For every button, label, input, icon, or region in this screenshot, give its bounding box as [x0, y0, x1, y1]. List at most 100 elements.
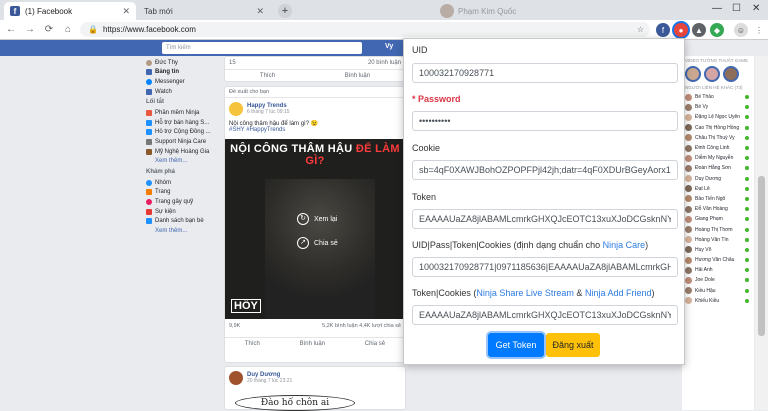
token-field[interactable]: [412, 209, 678, 229]
group-icon: [146, 129, 152, 136]
video-share-button[interactable]: ↗ Chia sẻ: [297, 237, 338, 249]
contact-name: Đoàn Hằng Sơn: [695, 165, 732, 172]
reaction-count[interactable]: 15: [229, 60, 236, 66]
back-icon[interactable]: ←: [3, 24, 19, 35]
nav-explore[interactable]: Danh sách bạn bè: [146, 216, 222, 226]
comment-count[interactable]: 20 bình luận: [368, 60, 401, 66]
post-time[interactable]: 6 tháng 7 lúc 09:15: [247, 109, 290, 115]
contact-item[interactable]: Huy Võ: [682, 245, 754, 255]
contact-item[interactable]: Cao Thị Hồng Hồng: [682, 123, 754, 133]
share-button[interactable]: Chia sẻ: [365, 341, 385, 347]
post-time[interactable]: 20 tháng 7 lúc 23:21: [247, 378, 292, 384]
nav-explore[interactable]: Nhóm: [146, 178, 222, 188]
fb-header-user[interactable]: Vy: [385, 43, 393, 50]
contact-item[interactable]: Diễm My Nguyễn: [682, 153, 754, 163]
contact-item[interactable]: Bảo Tiến Ngô: [682, 194, 754, 204]
online-status-icon: [745, 125, 749, 130]
token-cookie-field[interactable]: [412, 305, 678, 325]
tab-facebook[interactable]: f (1) Facebook ✕: [4, 2, 136, 20]
contact-item[interactable]: Đặng Lệ Ngọc Uyên: [682, 112, 754, 122]
contact-item[interactable]: Hoàng Thị Thơm: [682, 224, 754, 234]
nav-explore[interactable]: Trang gây quỹ: [146, 197, 222, 207]
ninja-care-link[interactable]: Ninja Care: [603, 240, 646, 250]
nav-explore[interactable]: Trang: [146, 188, 222, 198]
scrollbar-thumb[interactable]: [758, 176, 765, 336]
contact-item[interactable]: Hải Anh: [682, 265, 754, 275]
post-video[interactable]: NỘI CÔNG THÂM HẬU ĐỂ LÀM GÌ? ↻ Xem lại ↗ C…: [225, 139, 405, 319]
fb-search-input[interactable]: Tìm kiếm: [162, 42, 362, 54]
menu-icon[interactable]: ⋮: [752, 23, 766, 37]
profile-avatar-icon[interactable]: ☺: [734, 23, 748, 37]
home-icon[interactable]: ⌂: [60, 24, 76, 35]
reaction-count[interactable]: 9,9K: [229, 323, 240, 329]
see-more-link[interactable]: Xem thêm...: [146, 156, 222, 166]
password-field[interactable]: [412, 111, 678, 131]
uid-field[interactable]: [412, 63, 678, 83]
contact-item[interactable]: Bé Vy: [682, 102, 754, 112]
avatar: [685, 297, 692, 305]
contact-item[interactable]: Đỗ Văn Hoàng: [682, 204, 754, 214]
like-button[interactable]: Thích: [245, 341, 260, 347]
like-button[interactable]: Thích: [260, 73, 275, 79]
bookmark-icon[interactable]: ☆: [637, 25, 644, 34]
close-window-icon[interactable]: ✕: [752, 3, 760, 14]
nav-shortcut[interactable]: Phần mềm Ninja: [146, 108, 222, 118]
close-icon[interactable]: ✕: [122, 6, 130, 17]
post-stats[interactable]: 5,2K bình luận 4,4K lượt chia sẻ: [322, 323, 401, 329]
contact-item[interactable]: Châu Thị Thuỳ Vy: [682, 133, 754, 143]
contact-item[interactable]: Đoàn Hằng Sơn: [682, 163, 754, 173]
ninja-add-friend-link[interactable]: Ninja Add Friend: [585, 288, 652, 298]
nav-news-feed[interactable]: Bảng tin: [146, 68, 222, 78]
flag-icon: [146, 189, 152, 196]
address-bar[interactable]: 🔒 https://www.facebook.com ☆: [80, 22, 650, 37]
nav-watch[interactable]: Watch: [146, 87, 222, 97]
extension-icon[interactable]: f: [656, 23, 670, 37]
forward-icon[interactable]: →: [22, 24, 38, 35]
minimize-icon[interactable]: —: [712, 3, 722, 14]
contact-item[interactable]: Hoàng Văn Tín: [682, 235, 754, 245]
nav-shortcut[interactable]: Support Ninja Care: [146, 137, 222, 147]
nav-label: Mỹ Nghệ Hoàng Gia: [155, 148, 210, 155]
post-hashtags[interactable]: #SHY #HappyTrends: [225, 127, 405, 133]
extension-icon[interactable]: ◆: [710, 23, 724, 37]
maximize-icon[interactable]: ☐: [732, 3, 741, 14]
avatar[interactable]: [229, 371, 243, 385]
see-more-link[interactable]: Xem thêm...: [146, 226, 222, 236]
nav-profile[interactable]: Đức Thy: [146, 58, 222, 68]
contact-item[interactable]: Giang Phạm: [682, 214, 754, 224]
contact-item[interactable]: Đạt Lê: [682, 184, 754, 194]
avatar[interactable]: [229, 102, 243, 116]
get-token-button[interactable]: Get Token: [488, 333, 544, 357]
comment-button[interactable]: Bình luận: [345, 73, 370, 79]
logout-button[interactable]: Đăng xuất: [546, 333, 600, 357]
new-tab-button[interactable]: +: [278, 4, 292, 18]
contact-item[interactable]: Kiều Hậu: [682, 286, 754, 296]
tab-new[interactable]: Tab mới ✕: [138, 2, 270, 20]
contact-item[interactable]: Joe Dole: [682, 275, 754, 285]
nav-messenger[interactable]: Messenger: [146, 77, 222, 87]
page-scrollbar[interactable]: [755, 56, 768, 410]
reload-icon[interactable]: ⟳: [41, 24, 57, 35]
uid-pass-token-cookie-field[interactable]: [412, 257, 678, 277]
nav-shortcut[interactable]: Mỹ Nghệ Hoàng Gia: [146, 147, 222, 157]
contact-item[interactable]: Khiếu Kiều: [682, 296, 754, 306]
contact-item[interactable]: Bé Thảo: [682, 92, 754, 102]
ninja-extension-icon[interactable]: ●: [674, 23, 688, 37]
contact-item[interactable]: Duy Dương: [682, 174, 754, 184]
ninja-share-live-stream-link[interactable]: Ninja Share Live Stream: [476, 288, 574, 298]
contact-item[interactable]: Hương Văn Châu: [682, 255, 754, 265]
contact-item[interactable]: Đinh Công Linh: [682, 143, 754, 153]
story-avatar[interactable]: [704, 66, 720, 82]
nav-shortcut[interactable]: Hỗ trợ Cộng Đồng ...: [146, 128, 222, 138]
comment-button[interactable]: Bình luận: [300, 341, 325, 347]
replay-button[interactable]: ↻ Xem lại: [297, 213, 337, 225]
extension-icon[interactable]: ▲: [692, 23, 706, 37]
close-icon[interactable]: ✕: [256, 6, 264, 17]
video-banner: NỘI CÔNG THÂM HẬU ĐỂ LÀM GÌ?: [225, 143, 405, 167]
nav-shortcut[interactable]: Hỗ trợ bán hàng S...: [146, 118, 222, 128]
cookie-field[interactable]: [412, 160, 678, 180]
nav-explore[interactable]: Sự kiện: [146, 207, 222, 217]
online-status-icon: [745, 105, 749, 110]
story-avatar[interactable]: [685, 66, 701, 82]
story-avatar[interactable]: [723, 66, 739, 82]
